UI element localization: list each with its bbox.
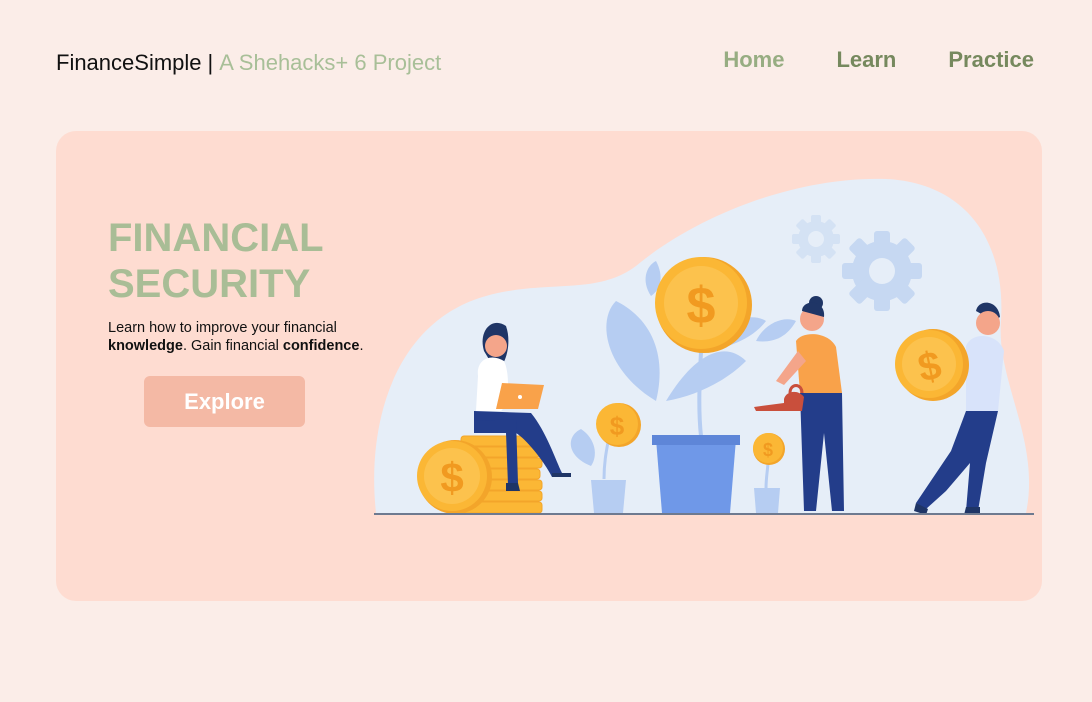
- hero-text-5: .: [359, 338, 364, 354]
- main-nav: Home Learn Practice: [723, 47, 1034, 73]
- small-pot: [591, 480, 626, 513]
- large-pot-rim: [652, 435, 740, 445]
- nav-home[interactable]: Home: [723, 47, 784, 73]
- brand-separator: |: [207, 50, 214, 75]
- hero-card: FINANCIAL SECURITY Learn how to improve …: [56, 131, 1042, 601]
- finance-growth-illustration: $ $ $ $ $: [374, 178, 1034, 515]
- hero-text-knowledge: knowledge: [108, 338, 183, 354]
- tiny-coin-symbol: $: [763, 440, 773, 460]
- large-pot: [656, 439, 736, 513]
- stack-coin-symbol: $: [440, 454, 463, 501]
- site-header: FinanceSimple | A Shehacks+ 6 Project Home…: [0, 0, 1092, 120]
- small-coin-symbol: $: [610, 411, 625, 441]
- nav-practice[interactable]: Practice: [948, 47, 1034, 73]
- hero-text-1: Learn how to improve your financial: [108, 320, 337, 336]
- hero-description: Learn how to improve your financial know…: [108, 319, 388, 355]
- brand-name: FinanceSimple: [56, 50, 202, 75]
- small-gear-icon: [792, 215, 840, 263]
- explore-button[interactable]: Explore: [144, 376, 305, 427]
- hero-text-confidence: confidence: [282, 338, 360, 354]
- tiny-pot: [754, 488, 780, 513]
- nav-learn[interactable]: Learn: [836, 47, 896, 73]
- hero-text-3: . Gain financial: [182, 338, 279, 354]
- hero-title: FINANCIAL SECURITY: [108, 216, 323, 306]
- tiny-coin-icon: $: [753, 433, 785, 465]
- brand[interactable]: FinanceSimple | A Shehacks+ 6 Project: [56, 50, 441, 76]
- gear-icon: [842, 231, 922, 311]
- large-coin-symbol: $: [687, 277, 716, 335]
- brand-subtitle: A Shehacks+ 6 Project: [219, 50, 442, 75]
